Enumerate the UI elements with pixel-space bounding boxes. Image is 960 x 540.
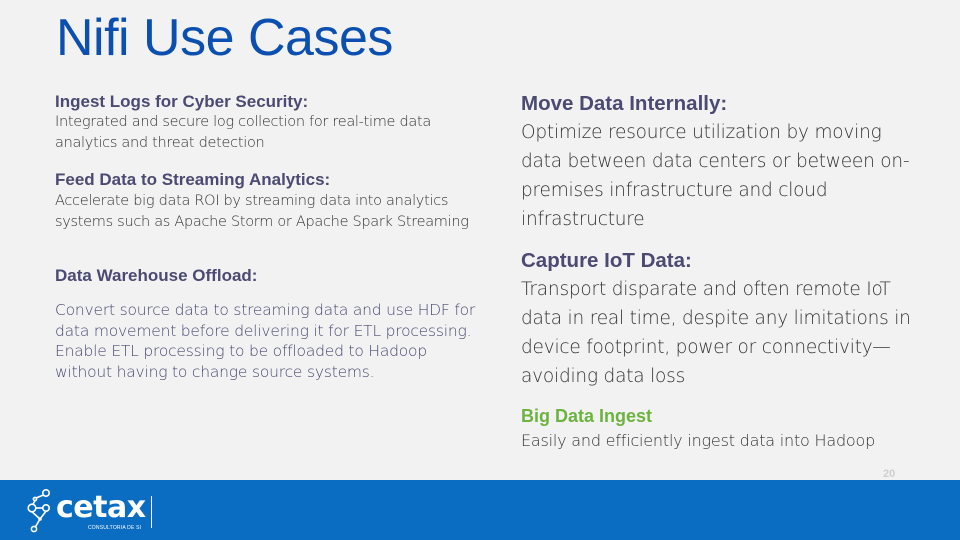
use-case-heading: Capture IoT Data: xyxy=(521,249,692,272)
footer-bar: cetax CONSULTORIA DE SI xyxy=(0,480,960,540)
use-case-body: Easily and efficiently ingest data into … xyxy=(521,431,876,450)
logo-wordmark: cetax xyxy=(56,490,146,525)
use-case-body: Integrated and secure log collection for… xyxy=(55,114,431,151)
use-case-heading: Ingest Logs for Cyber Security: xyxy=(55,92,309,111)
use-case-heading: Feed Data to Streaming Analytics: xyxy=(55,170,331,189)
logo-subtitle: CONSULTORIA DE SI xyxy=(88,525,142,531)
use-case-body: Optimize resource utilization by moving … xyxy=(521,122,910,230)
use-case-body: Accelerate big data ROI by streaming dat… xyxy=(55,193,469,230)
use-case-heading-highlight: Big Data Ingest xyxy=(521,406,653,426)
use-case-body: Convert source data to streaming data an… xyxy=(55,301,476,381)
page-number: 20 xyxy=(883,468,896,480)
footer-divider xyxy=(151,496,152,528)
company-logo: cetax CONSULTORIA DE SI xyxy=(26,488,166,534)
network-nodes-icon xyxy=(27,488,50,533)
use-case-heading: Data Warehouse Offload: xyxy=(55,266,258,285)
use-case-heading: Move Data Internally: xyxy=(521,92,728,115)
page-title: Nifi Use Cases xyxy=(56,9,393,67)
use-case-body: Transport disparate and often remote IoT… xyxy=(521,279,911,387)
